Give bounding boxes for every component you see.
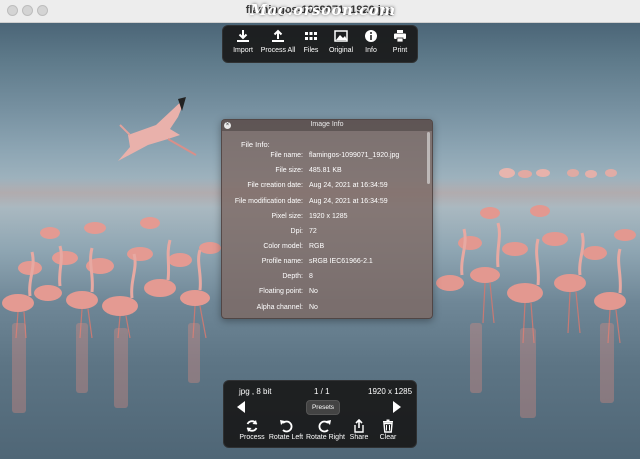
info-row: Dpi: 72	[290, 228, 317, 235]
page-indicator: 1 / 1	[314, 387, 330, 396]
previous-image-arrow-icon[interactable]	[237, 401, 245, 413]
image-icon	[327, 29, 355, 46]
share-button[interactable]: Share	[348, 418, 370, 445]
flamingo-flock-right	[436, 205, 636, 343]
info-section-title: File Info:	[241, 140, 270, 149]
info-panel-header: × Image Info	[222, 120, 432, 131]
info-row: Floating point: No	[259, 288, 318, 295]
title-bar: flamingos-1099071_1920.jpg Mac.orsoon.co…	[0, 0, 640, 23]
water-reflection	[12, 323, 26, 413]
printer-icon	[389, 29, 411, 46]
rotate-left-icon	[268, 419, 304, 433]
info-row: Color model: RGB	[263, 243, 325, 250]
info-row: File creation date: Aug 24, 2021 at 16:3…	[247, 182, 388, 189]
process-all-button[interactable]: Process All	[260, 29, 296, 61]
grid-icon	[300, 29, 322, 46]
share-icon	[348, 418, 370, 433]
files-button[interactable]: Files	[300, 29, 322, 61]
image-dimensions: 1920 x 1285	[368, 387, 413, 396]
image-info-panel: × Image Info File Info: File name: flami…	[221, 119, 433, 319]
refresh-icon	[238, 419, 266, 433]
info-icon	[361, 29, 381, 46]
water-reflection	[188, 323, 200, 383]
original-button[interactable]: Original	[327, 29, 355, 61]
trash-icon	[376, 419, 400, 433]
flamingo-flock-left	[2, 217, 221, 338]
rotate-right-button[interactable]: Rotate Right	[306, 419, 345, 445]
bottom-control-bar: jpg , 8 bit 1 / 1 1920 x 1285 Presets Pr…	[223, 380, 417, 448]
process-all-icon	[260, 29, 296, 46]
info-row: Alpha channel: No	[256, 304, 318, 311]
info-row: Profile name: sRGB IEC61966-2.1	[261, 258, 373, 265]
info-row: Pixel size: 1920 x 1285	[271, 213, 348, 220]
info-row: Depth: 8	[282, 273, 313, 280]
process-button[interactable]: Process	[238, 419, 266, 445]
info-row: File name: flamingos-1099071_1920.jpg	[270, 152, 400, 159]
info-row: File size: 485.81 KB	[275, 167, 342, 174]
water-reflection	[114, 328, 128, 408]
flying-flamingo	[118, 97, 197, 161]
next-image-arrow-icon[interactable]	[393, 401, 401, 413]
main-toolbar: Import Process All Files Original Info P…	[222, 25, 418, 63]
rotate-right-icon	[306, 419, 344, 433]
info-button[interactable]: Info	[361, 29, 381, 61]
info-panel-title: Image Info	[310, 121, 344, 128]
watermark-text: Mac.orsoon.com	[250, 1, 396, 19]
info-row: File modification date: Aug 24, 2021 at …	[234, 198, 388, 205]
import-icon	[231, 29, 255, 46]
water-reflection	[600, 323, 614, 403]
water-reflection	[76, 323, 88, 393]
import-button[interactable]: Import	[231, 29, 255, 61]
rotate-left-button[interactable]: Rotate Left	[268, 419, 304, 445]
presets-button[interactable]: Presets	[306, 400, 340, 415]
distant-flamingos	[499, 168, 617, 178]
clear-button[interactable]: Clear	[376, 419, 400, 445]
water-reflection	[470, 323, 482, 393]
app-window: flamingos-1099071_1920.jpg Mac.orsoon.co…	[0, 0, 640, 459]
print-button[interactable]: Print	[389, 29, 411, 61]
water-reflection	[520, 328, 536, 418]
image-format-label: jpg , 8 bit	[239, 387, 272, 396]
